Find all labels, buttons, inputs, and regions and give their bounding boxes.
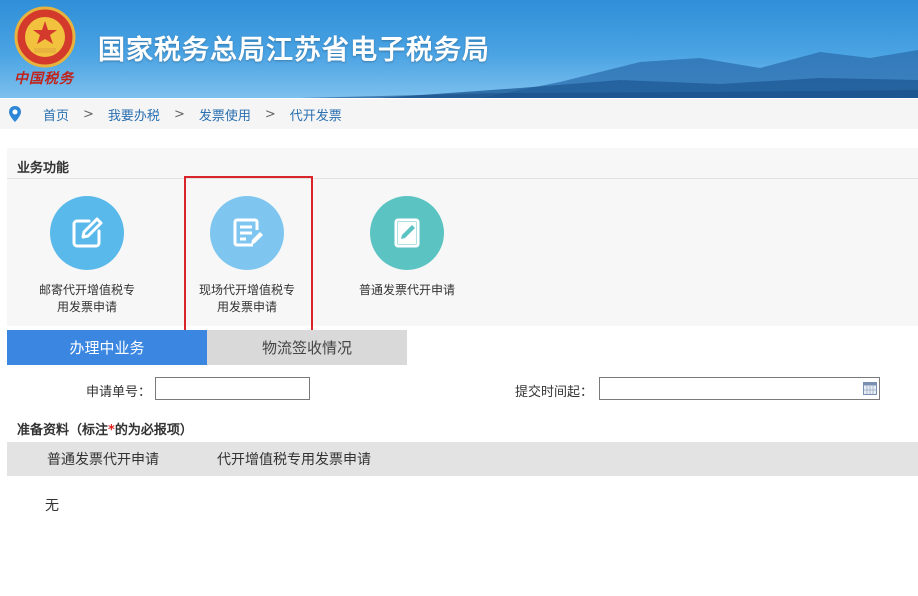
breadcrumb-separator: > <box>173 106 185 122</box>
tab-vat-special-invoice[interactable]: 代开增值税专用发票申请 <box>217 449 371 469</box>
tab-logistics-receipt[interactable]: 物流签收情况 <box>207 330 407 365</box>
breadcrumb-home[interactable]: 首页 <box>43 105 69 124</box>
logo-script: 中国税务 <box>14 71 74 87</box>
location-pin-icon <box>9 106 21 122</box>
notebook-edit-icon <box>370 196 444 270</box>
business-functions-title: 业务功能 <box>17 161 70 176</box>
business-tabs: 办理中业务 物流签收情况 <box>7 330 407 365</box>
materials-content: 无 <box>45 498 59 514</box>
mail-vat-invoice-application[interactable]: 邮寄代开增值税专 用发票申请 <box>27 196 147 316</box>
site-title: 国家税务总局江苏省电子税务局 <box>98 35 490 66</box>
calendar-icon[interactable] <box>863 382 877 395</box>
breadcrumb-separator: > <box>264 106 276 122</box>
breadcrumb-separator: > <box>83 106 94 122</box>
business-item-label: 普通发票代开申请 <box>358 283 455 297</box>
application-no-input[interactable] <box>155 377 310 400</box>
business-functions-panel: 业务功能 邮寄代开增值税专 用发票申请 现场代开增值税专 用发票申请 普通发票代… <box>7 148 918 326</box>
tax-emblem-icon <box>14 6 76 68</box>
divider <box>7 178 918 179</box>
materials-title: 准备资料（标注*的为必报项） <box>17 423 193 438</box>
materials-tabs: 普通发票代开申请 代开增值税专用发票申请 <box>7 442 918 476</box>
breadcrumb-proxy-invoice[interactable]: 代开发票 <box>290 105 342 124</box>
submit-time-input[interactable] <box>599 377 880 400</box>
general-invoice-application[interactable]: 普通发票代开申请 <box>347 196 467 299</box>
highlight-box <box>184 176 313 344</box>
submit-time-label: 提交时间起： <box>515 385 594 400</box>
required-mark: * <box>108 423 115 438</box>
breadcrumb-invoice-use[interactable]: 发票使用 <box>199 105 251 124</box>
breadcrumb: 首页 > 我要办税 > 发票使用 > 代开发票 <box>0 99 918 129</box>
edit-icon <box>50 196 124 270</box>
tab-in-progress[interactable]: 办理中业务 <box>7 330 207 365</box>
tab-general-invoice[interactable]: 普通发票代开申请 <box>47 449 159 469</box>
application-no-label: 申请单号： <box>86 385 152 400</box>
site-header: 中国税务 国家税务总局江苏省电子税务局 <box>0 0 918 98</box>
breadcrumb-tax-handling[interactable]: 我要办税 <box>108 105 160 124</box>
business-item-label: 邮寄代开增值税专 用发票申请 <box>38 283 135 314</box>
